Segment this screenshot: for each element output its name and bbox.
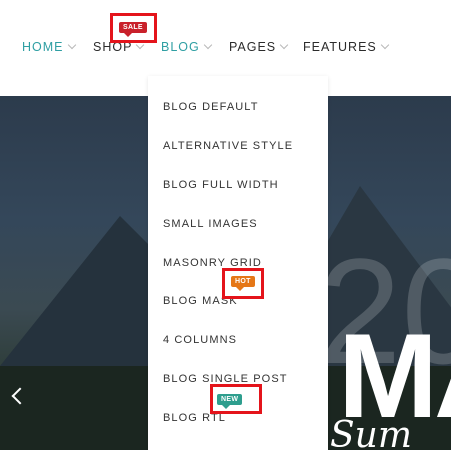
nav-item-pages-label: PAGES — [229, 40, 277, 54]
chevron-down-icon — [203, 40, 212, 50]
chevron-down-icon — [380, 40, 389, 50]
nav-item-pages[interactable]: PAGES — [229, 40, 289, 54]
dropdown-item-small-images[interactable]: SMALL IMAGES — [163, 218, 258, 230]
nav-item-blog-label: BLOG — [161, 40, 200, 54]
dropdown-item-4-columns[interactable]: 4 COLUMNS — [163, 334, 237, 346]
chevron-down-icon — [279, 40, 289, 50]
nav-item-home[interactable]: HOME — [22, 40, 76, 54]
chevron-left-icon[interactable] — [10, 386, 24, 406]
highlight-box-sale — [110, 13, 157, 43]
hero-script-text: Sum — [330, 415, 412, 450]
nav-item-features[interactable]: FEATURES — [303, 40, 389, 54]
dropdown-item-blog-default[interactable]: BLOG DEFAULT — [163, 101, 259, 113]
dropdown-item-blog-full-width[interactable]: BLOG FULL WIDTH — [163, 179, 279, 191]
nav-item-features-label: FEATURES — [303, 40, 377, 54]
dropdown-item-alternative-style[interactable]: ALTERNATIVE STYLE — [163, 140, 293, 152]
nav-item-home-label: HOME — [22, 40, 64, 54]
nav-item-blog[interactable]: BLOG — [161, 40, 212, 54]
highlight-box-hot — [222, 268, 264, 299]
highlight-box-new — [210, 384, 262, 414]
chevron-down-icon — [67, 40, 76, 50]
